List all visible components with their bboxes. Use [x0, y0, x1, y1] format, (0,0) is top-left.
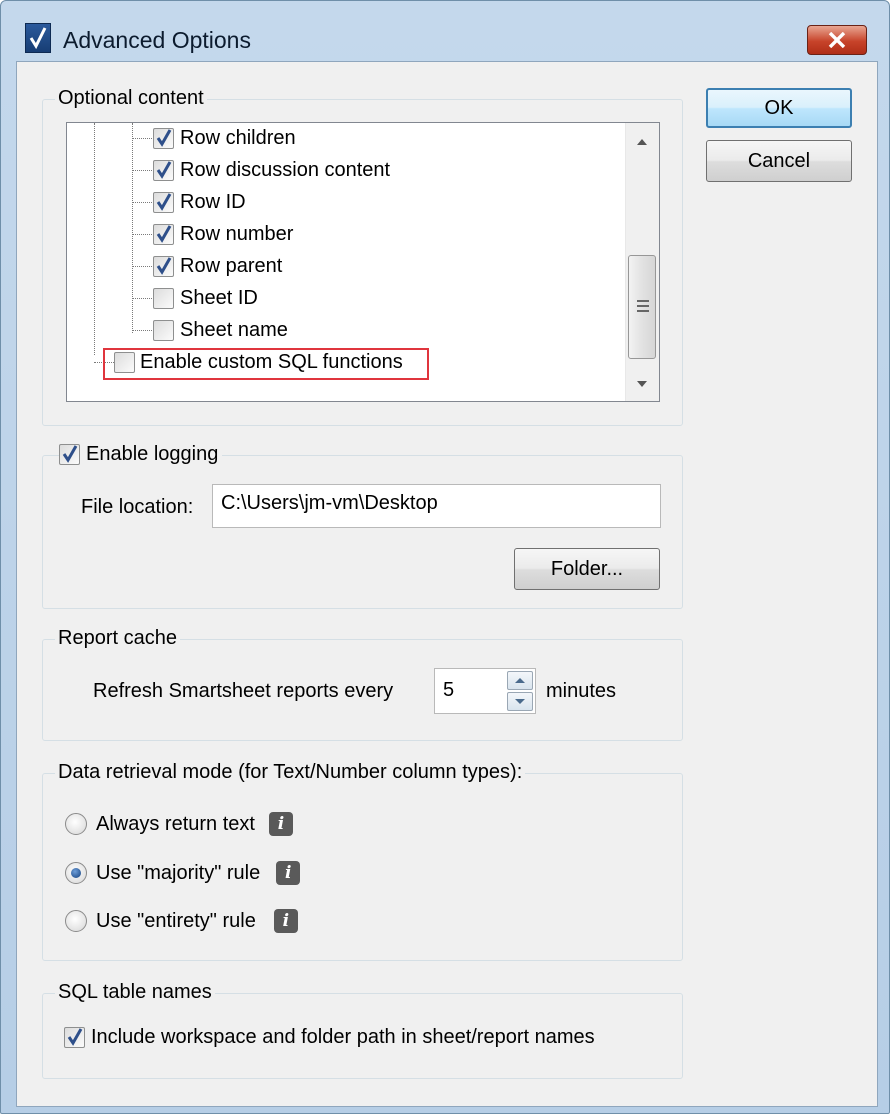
close-icon [828, 32, 846, 48]
advanced-options-window: Advanced Options Optional content Row ch… [0, 0, 890, 1114]
refresh-minutes-stepper[interactable]: 5 [434, 668, 536, 714]
tree-item-label: Row children [180, 126, 296, 149]
checkbox[interactable] [153, 255, 174, 277]
sql-table-names-group: SQL table names Include workspace and fo… [42, 981, 683, 1079]
tree-connector [132, 298, 152, 299]
refresh-minutes-value: 5 [443, 679, 455, 701]
smartsheet-app-icon [25, 23, 51, 53]
info-icon[interactable]: i [273, 909, 298, 933]
spin-up-button[interactable] [507, 671, 533, 690]
tree-connector [132, 266, 152, 267]
sql-table-names-label: SQL table names [55, 981, 215, 1004]
optional-content-label: Optional content [55, 87, 207, 110]
tree-connector [132, 138, 152, 139]
report-cache-group: Report cache Refresh Smartsheet reports … [42, 627, 683, 741]
radio-label: Use "entirety" rule [96, 909, 256, 932]
tree-item-sheet-id[interactable]: Sheet ID [153, 283, 258, 313]
enable-logging-checkbox[interactable]: Enable logging [59, 443, 223, 466]
optional-content-group: Optional content Row children Row discus… [42, 87, 683, 426]
tree-connector [132, 202, 152, 203]
radio-label: Use "majority" rule [96, 861, 261, 884]
checkbox[interactable] [153, 223, 174, 245]
tree-item-label: Row discussion content [180, 158, 391, 181]
checkbox[interactable] [153, 319, 174, 341]
dialog-client-area: Optional content Row children Row discus… [16, 61, 878, 1107]
title-bar[interactable]: Advanced Options [1, 1, 889, 61]
scroll-down-arrow-icon[interactable] [637, 381, 647, 387]
tree-item-label: Sheet name [180, 318, 288, 341]
radio-button[interactable] [65, 862, 87, 884]
tree-connector [94, 123, 95, 355]
radio-entirety-rule[interactable]: Use "entirety" rule i [65, 909, 298, 933]
refresh-reports-label: Refresh Smartsheet reports every [93, 680, 394, 702]
scroll-thumb[interactable] [628, 255, 656, 359]
grip-icon [637, 310, 649, 312]
spin-up-icon [515, 678, 525, 683]
close-button[interactable] [807, 25, 867, 55]
radio-label: Always return text [96, 812, 255, 835]
checkbox[interactable] [59, 444, 80, 465]
folder-button[interactable]: Folder... [514, 548, 660, 590]
minutes-label: minutes [546, 680, 617, 702]
tree-connector [132, 234, 152, 235]
window-title: Advanced Options [63, 27, 251, 53]
tree-item-row-discussion-content[interactable]: Row discussion content [153, 155, 390, 185]
enable-logging-label: Enable logging [86, 443, 219, 465]
custom-sql-highlight-box [103, 348, 429, 380]
tree-item-label: Sheet ID [180, 286, 258, 309]
logging-group: Enable logging File location: C:\Users\j… [42, 443, 683, 609]
checkbox[interactable] [153, 191, 174, 213]
report-cache-label: Report cache [55, 627, 180, 650]
include-path-label: Include workspace and folder path in she… [91, 1026, 595, 1048]
checkbox[interactable] [153, 159, 174, 181]
ok-button[interactable]: OK [706, 88, 852, 128]
file-location-field[interactable]: C:\Users\jm-vm\Desktop [212, 484, 661, 528]
tree-vertical-scrollbar[interactable] [625, 123, 659, 401]
grip-icon [637, 300, 649, 302]
spin-down-button[interactable] [507, 692, 533, 711]
checkbox[interactable] [153, 127, 174, 149]
retrieval-mode-label: Data retrieval mode (for Text/Number col… [55, 761, 526, 784]
radio-button[interactable] [65, 910, 87, 932]
tree-item-label: Row number [180, 222, 294, 245]
info-icon[interactable]: i [268, 812, 293, 836]
radio-always-return-text[interactable]: Always return text i [65, 812, 293, 836]
cancel-button[interactable]: Cancel [706, 140, 852, 182]
tree-item-row-children[interactable]: Row children [153, 123, 296, 153]
tree-item-row-number[interactable]: Row number [153, 219, 293, 249]
spin-down-icon [515, 699, 525, 704]
tree-connector [132, 330, 152, 331]
checkbox[interactable] [64, 1027, 85, 1048]
tree-connector [132, 123, 133, 333]
radio-majority-rule[interactable]: Use "majority" rule i [65, 861, 301, 885]
retrieval-mode-group: Data retrieval mode (for Text/Number col… [42, 761, 683, 961]
radio-button[interactable] [65, 813, 87, 835]
tree-item-label: Row ID [180, 190, 246, 213]
file-location-label: File location: [81, 496, 194, 518]
info-icon[interactable]: i [276, 861, 301, 885]
optional-content-tree[interactable]: Row children Row discussion content Row … [66, 122, 660, 402]
tree-item-sheet-name[interactable]: Sheet name [153, 315, 288, 345]
tree-item-label: Row parent [180, 254, 283, 277]
include-path-checkbox[interactable]: Include workspace and folder path in she… [64, 1026, 595, 1049]
tree-connector [132, 170, 152, 171]
tree-item-row-id[interactable]: Row ID [153, 187, 246, 217]
checkbox[interactable] [153, 287, 174, 309]
grip-icon [637, 305, 649, 307]
tree-item-row-parent[interactable]: Row parent [153, 251, 282, 281]
scroll-up-arrow-icon[interactable] [637, 139, 647, 145]
